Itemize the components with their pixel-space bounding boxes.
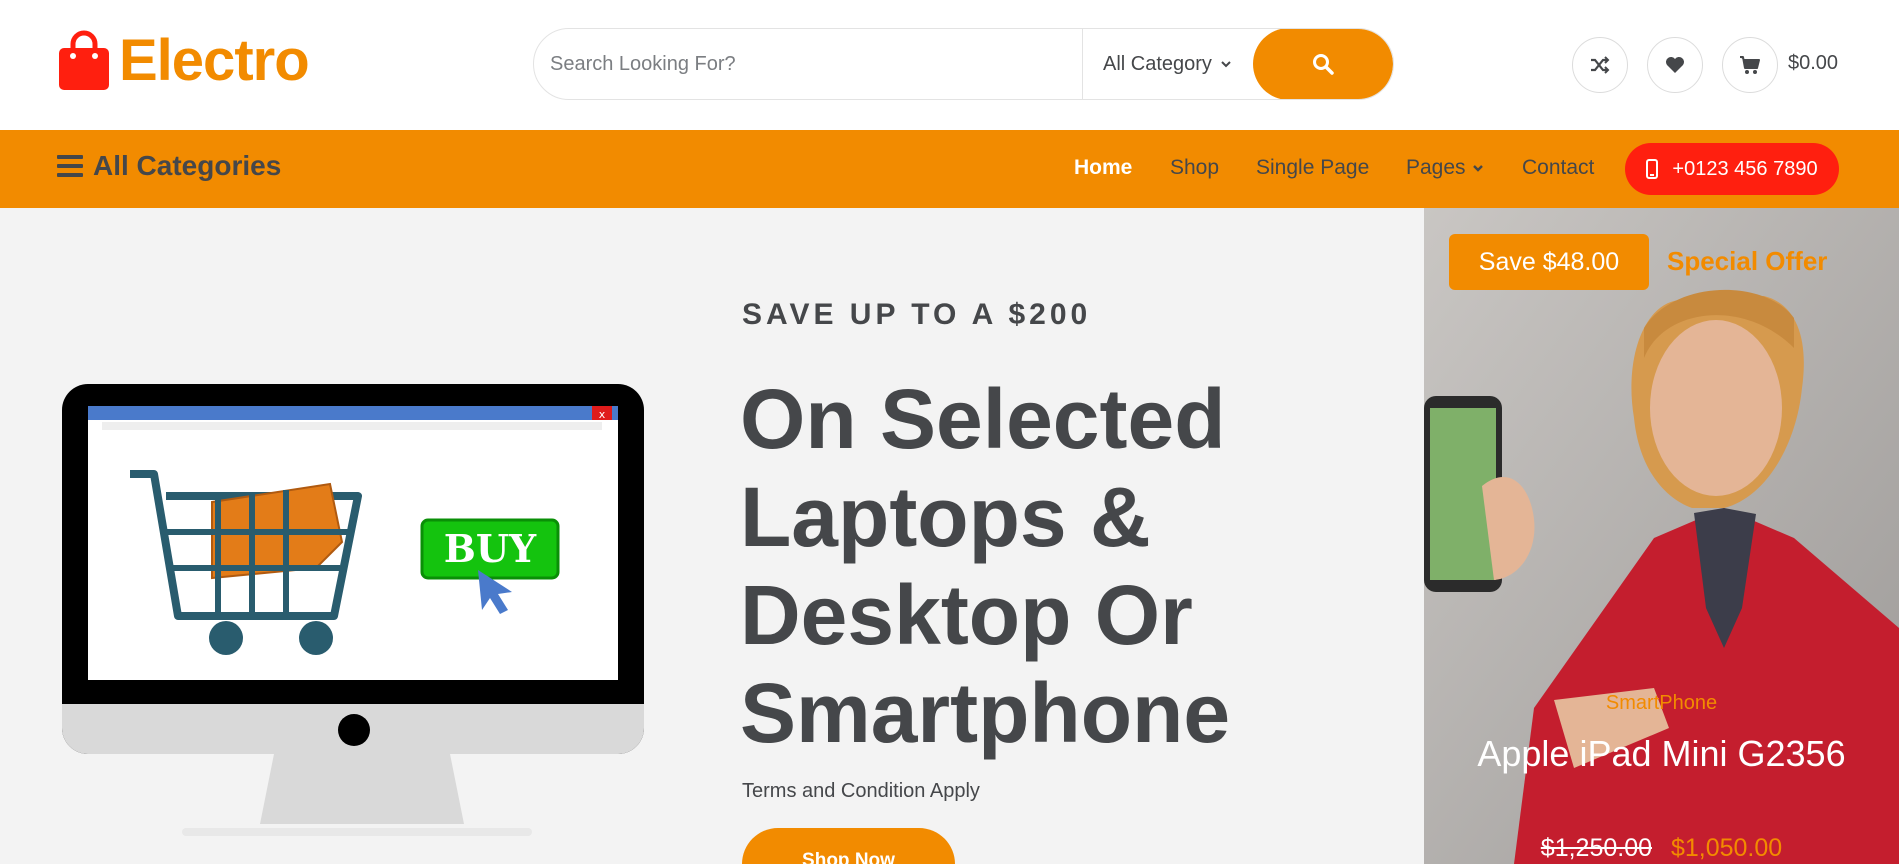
shop-now-button[interactable]: Shop Now: [742, 828, 955, 864]
offer-category[interactable]: SmartPhone: [1424, 692, 1899, 715]
offer-prices: $1,250.00 $1,050.00: [1424, 834, 1899, 863]
hero-title: On Selected Laptops & Desktop Or Smartph…: [740, 372, 1231, 760]
main-navbar: All Categories Home Shop Single Page Pag…: [0, 130, 1899, 208]
search-input[interactable]: [534, 29, 1082, 99]
all-categories-label: All Categories: [93, 150, 282, 181]
nav-link-contact[interactable]: Contact: [1522, 156, 1594, 180]
chevron-down-icon: [1221, 61, 1231, 68]
nav-link-single-page[interactable]: Single Page: [1256, 156, 1369, 180]
chevron-down-icon: [1472, 165, 1483, 172]
hamburger-icon: [57, 155, 83, 177]
buy-text: BUY: [444, 526, 537, 571]
all-categories-toggle[interactable]: All Categories: [57, 150, 281, 182]
new-price: $1,050.00: [1670, 834, 1783, 862]
site-header: Electro All Category: [0, 0, 1899, 130]
nav-link-shop[interactable]: Shop: [1170, 156, 1219, 180]
cart-button[interactable]: [1722, 37, 1778, 93]
category-select[interactable]: All Category: [1083, 29, 1255, 99]
brand-logo[interactable]: Electro: [57, 28, 310, 93]
hero-eyebrow: SAVE UP TO A $200: [742, 298, 1092, 331]
nav-link-pages[interactable]: Pages: [1406, 156, 1484, 180]
offer-product-name[interactable]: Apple iPad Mini G2356: [1424, 728, 1899, 780]
special-offer-label: Special Offer: [1667, 246, 1828, 276]
wishlist-button[interactable]: [1647, 37, 1703, 93]
save-badge: Save $48.00: [1449, 234, 1649, 290]
computer-shopping-illustration: x BUY: [62, 384, 644, 836]
cart-total[interactable]: $0.00: [1788, 52, 1838, 75]
special-offer-panel[interactable]: Save $48.00 Special Offer SmartPhone App…: [1424, 208, 1899, 864]
nav-link-pages-label: Pages: [1406, 156, 1466, 179]
nav-link-home[interactable]: Home: [1074, 156, 1132, 180]
shuffle-icon: [1591, 56, 1610, 74]
brand-name: Electro: [119, 28, 310, 93]
phone-number: +0123 456 7890: [1672, 157, 1818, 180]
compare-button[interactable]: [1572, 37, 1628, 93]
old-price: $1,250.00: [1540, 834, 1653, 862]
heart-icon: [1666, 57, 1684, 73]
search-bar: All Category: [533, 28, 1394, 100]
hero-banner: x BUY SAVE UP TO A $200 On Selected Lapt…: [0, 208, 1424, 864]
shopping-bag-icon: [59, 30, 109, 90]
category-select-value: All Category: [1103, 52, 1212, 75]
svg-text:x: x: [599, 408, 606, 421]
phone-button[interactable]: +0123 456 7890: [1625, 143, 1839, 195]
cart-icon: [1740, 56, 1760, 74]
search-icon: [1313, 54, 1334, 75]
hero-terms: Terms and Condition Apply: [742, 780, 980, 802]
search-button[interactable]: [1253, 29, 1393, 99]
mobile-phone-icon: [1646, 159, 1659, 179]
